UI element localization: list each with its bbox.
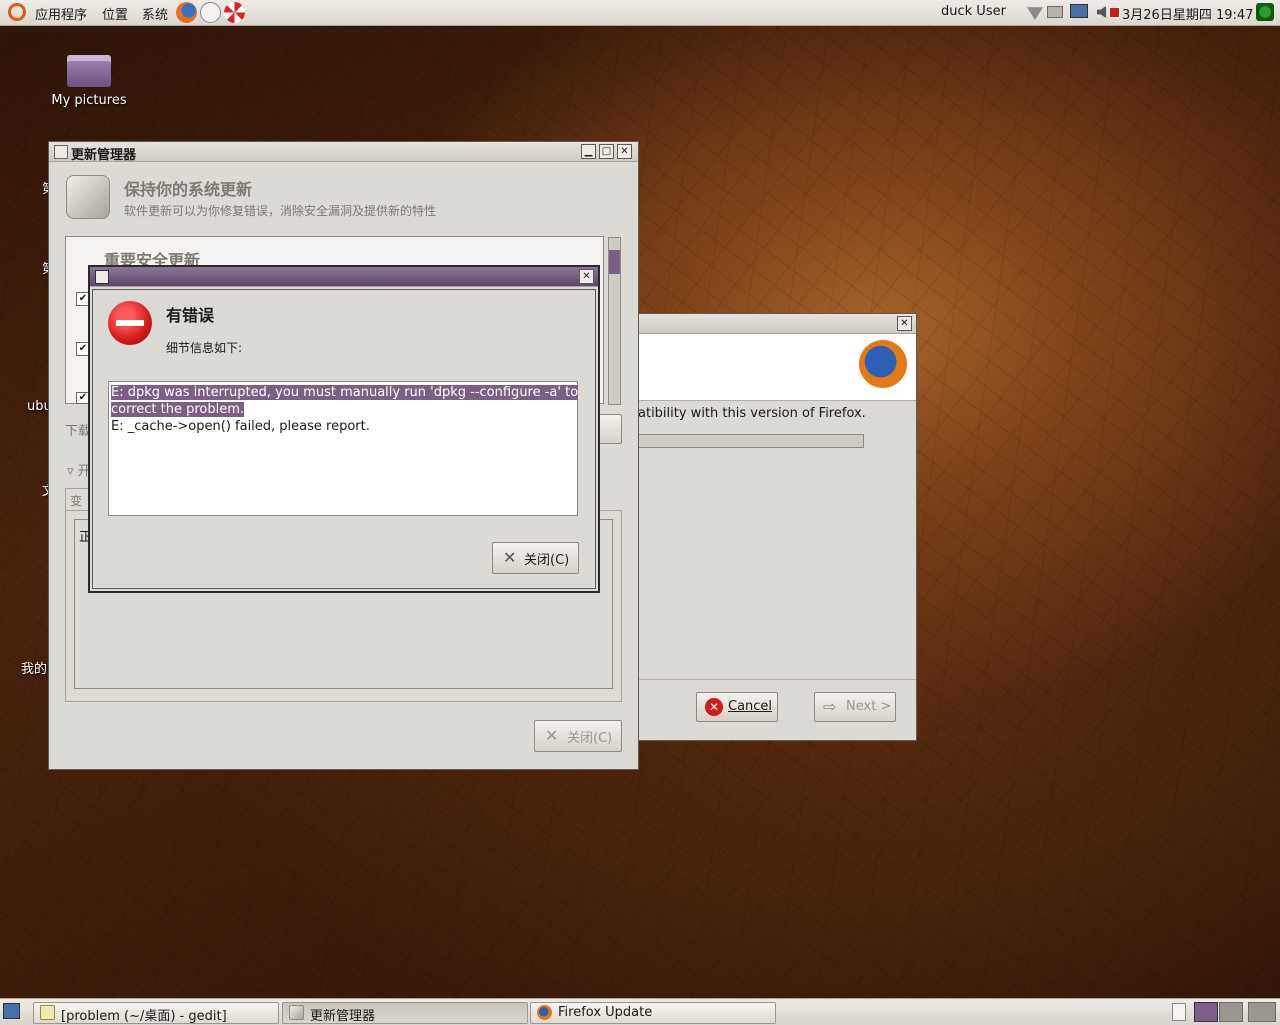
- firefox-update-progress-bar: [638, 434, 864, 448]
- next-button[interactable]: ⇨ Next >: [814, 692, 896, 722]
- workspace-1[interactable]: [1194, 1002, 1218, 1022]
- desktop-icon-label-partial[interactable]: 我的: [21, 658, 47, 677]
- arrow-right-icon: ⇨: [823, 697, 837, 716]
- menu-places[interactable]: 位置: [102, 4, 128, 23]
- update-manager-subheading: 软件更新可以为你修复错误，消除安全漏洞及提供新的特性: [124, 204, 437, 218]
- close-button[interactable]: ✕ 关闭(C): [492, 542, 579, 574]
- error-stop-icon: [108, 301, 152, 345]
- printer-icon[interactable]: [1047, 6, 1063, 18]
- user-name[interactable]: duck User: [941, 4, 1006, 19]
- close-icon[interactable]: ✕: [617, 144, 632, 159]
- window-menu-icon[interactable]: [54, 145, 68, 159]
- firefox-logo-icon: [859, 340, 907, 388]
- close-button[interactable]: ✕ 关闭(C): [534, 720, 622, 752]
- error-heading: 有错误: [166, 306, 215, 325]
- mail-launcher-icon[interactable]: [200, 2, 221, 23]
- top-panel: 应用程序 位置 系统 duck User 3月26日星期四 19:47: [0, 0, 1280, 26]
- menu-system[interactable]: 系统: [142, 4, 168, 23]
- bottom-panel: [problem (~/桌面) - gedit] 更新管理器 Firefox U…: [0, 998, 1280, 1025]
- shutdown-icon[interactable]: [1256, 3, 1274, 21]
- install-updates-button[interactable]: [597, 414, 622, 444]
- update-manager-icon: [289, 1005, 304, 1020]
- firefox-update-window: ✕ atibility with this version of Firefox…: [637, 313, 917, 741]
- display-icon[interactable]: [1070, 4, 1088, 18]
- updates-scrollbar[interactable]: [608, 237, 621, 405]
- close-icon: ✕: [503, 548, 517, 567]
- clock[interactable]: 3月26日星期四 19:47: [1122, 4, 1253, 23]
- error-line-selected[interactable]: correct the problem.: [111, 402, 245, 417]
- error-details-textview[interactable]: E: dpkg was interrupted, you must manual…: [108, 381, 579, 516]
- error-line[interactable]: E: _cache->open() failed, please report.: [111, 419, 370, 434]
- trash-icon[interactable]: [1172, 1003, 1186, 1021]
- help-launcher-icon[interactable]: [224, 2, 245, 23]
- error-dialog: ✕ 有错误 细节信息如下: E: dpkg was interrupted, y…: [88, 265, 600, 593]
- taskbar-item-update-manager[interactable]: 更新管理器: [282, 1002, 528, 1024]
- ubuntu-logo-icon[interactable]: [8, 3, 26, 21]
- taskbar-item-firefox-update[interactable]: Firefox Update: [530, 1002, 776, 1024]
- close-icon[interactable]: ✕: [897, 316, 912, 331]
- workspace-2[interactable]: [1219, 1002, 1243, 1022]
- network-icon[interactable]: [1027, 7, 1043, 20]
- minimize-icon[interactable]: ▁: [581, 144, 596, 159]
- firefox-update-titlebar[interactable]: ✕: [638, 314, 916, 334]
- folder-icon: [67, 55, 111, 87]
- cancel-icon: ✕: [705, 698, 723, 716]
- update-manager-heading: 保持你的系统更新: [124, 180, 253, 199]
- show-desktop-icon[interactable]: [3, 1003, 20, 1019]
- close-icon: ✕: [545, 726, 559, 745]
- firefox-icon: [537, 1005, 552, 1020]
- menu-applications[interactable]: 应用程序: [35, 4, 87, 23]
- desktop-icon-my-pictures[interactable]: My pictures: [48, 55, 130, 108]
- error-dialog-titlebar[interactable]: ✕: [90, 267, 598, 287]
- scrollbar-thumb[interactable]: [609, 250, 620, 274]
- gedit-icon: [40, 1005, 55, 1020]
- firefox-launcher-icon[interactable]: [176, 2, 197, 23]
- error-line-selected[interactable]: E: dpkg was interrupted, you must manual…: [111, 385, 579, 400]
- error-subtitle: 细节信息如下:: [166, 341, 243, 355]
- desktop-icon-label: My pictures: [51, 93, 127, 108]
- taskbar-item-gedit[interactable]: [problem (~/桌面) - gedit]: [33, 1002, 279, 1024]
- close-icon[interactable]: ✕: [579, 269, 594, 284]
- cancel-button[interactable]: ✕ Cancel: [696, 692, 778, 722]
- update-manager-logo-icon: [66, 175, 110, 219]
- update-manager-titlebar[interactable]: 更新管理器 ▁ □ ✕: [49, 142, 638, 163]
- firefox-update-separator: [638, 679, 916, 680]
- error-dialog-body: 有错误 细节信息如下: E: dpkg was interrupted, you…: [92, 289, 596, 589]
- firefox-update-text: atibility with this version of Firefox.: [638, 406, 866, 421]
- volume-icon[interactable]: [1097, 6, 1106, 18]
- maximize-icon[interactable]: □: [599, 144, 614, 159]
- workspace-3[interactable]: [1248, 1002, 1276, 1022]
- window-title: 更新管理器: [71, 148, 137, 163]
- window-menu-icon[interactable]: [95, 270, 109, 284]
- error-indicator-icon[interactable]: [1109, 7, 1120, 18]
